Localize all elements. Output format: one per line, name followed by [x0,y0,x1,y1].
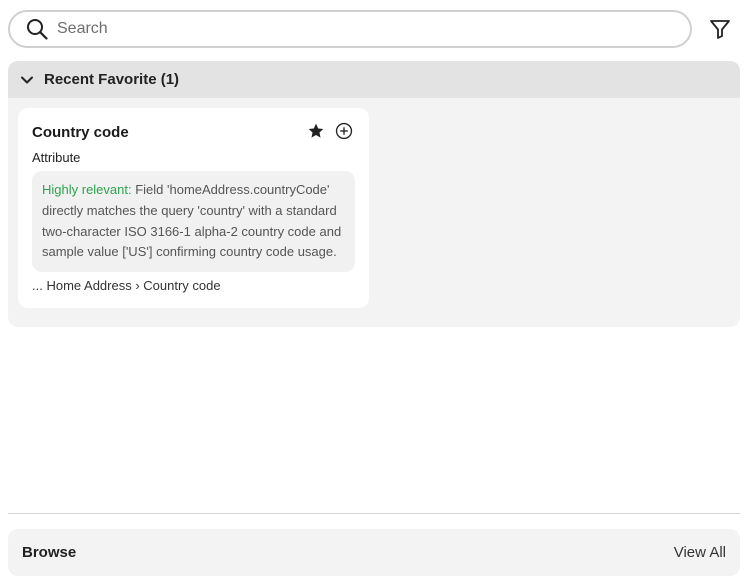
recent-favorites-title: Recent Favorite (1) [44,71,180,88]
card-title: Country code [32,124,129,141]
browse-title: Browse [22,544,77,561]
search-icon [27,19,48,40]
view-all-link[interactable]: View All [674,544,726,561]
relevance-reason: Highly relevant: Field 'homeAddress.coun… [32,171,355,272]
filter-button[interactable] [708,17,732,41]
star-icon [308,123,324,138]
browse-section: Browse View All [8,529,740,576]
chevron-down-icon [21,76,33,83]
search-input[interactable] [57,20,657,38]
relevance-label: Highly relevant: [42,182,132,197]
recent-favorites-header[interactable]: Recent Favorite (1) [8,61,740,98]
plus-circle-icon [335,122,353,140]
search-row [8,10,742,48]
divider [8,513,740,514]
filter-icon [710,20,730,39]
favorite-card[interactable]: Country code Attribute Highly relevant: … [18,108,369,308]
card-actions [307,122,353,140]
search-box[interactable] [8,10,692,48]
add-button[interactable] [335,122,353,140]
card-type: Attribute [32,150,81,165]
recent-favorites-section: Recent Favorite (1) Country code Attribu… [8,61,740,327]
favorite-button[interactable] [307,122,325,140]
card-path: ... Home Address › Country code [32,278,221,293]
